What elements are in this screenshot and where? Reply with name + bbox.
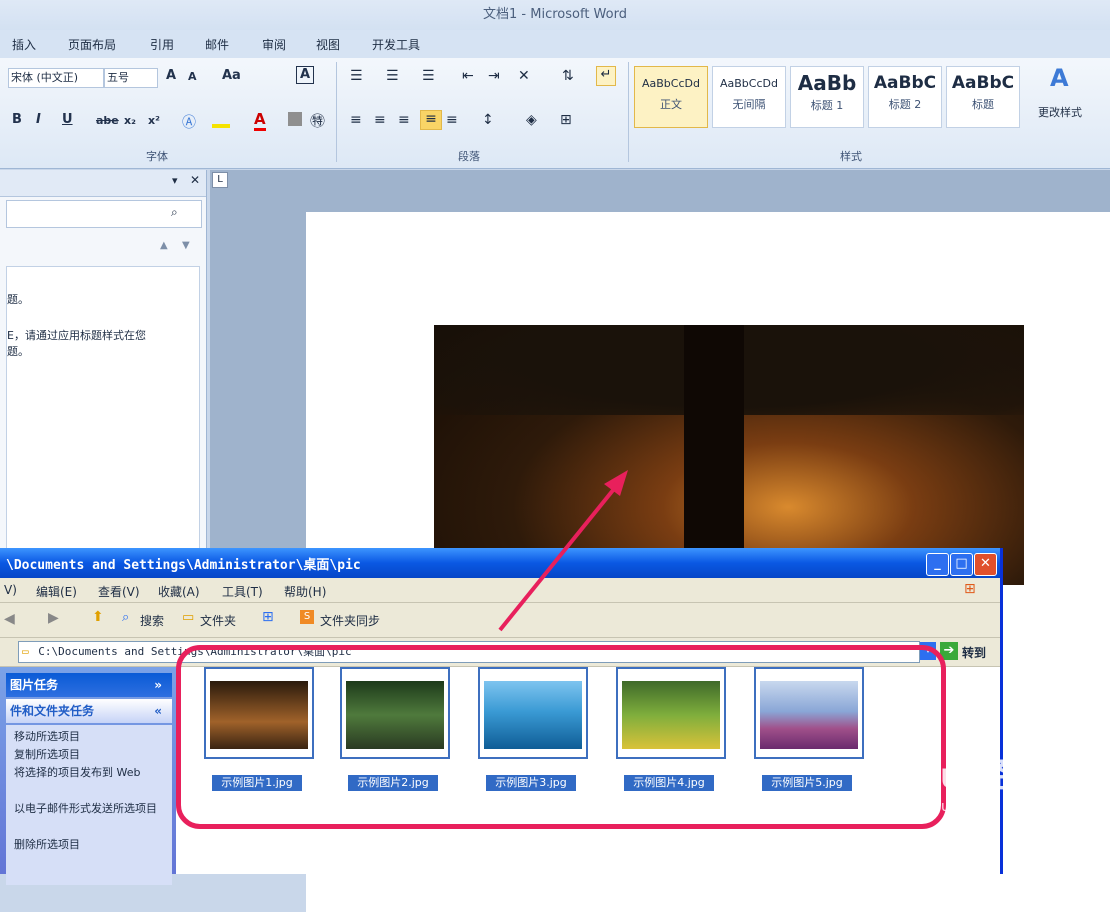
annotation-arrow [498,470,628,632]
arrow-line [498,482,620,632]
arrow-head [604,470,628,496]
baidu-watermark: Baidu 经验 jingyan.baidu.com [855,748,1055,848]
watermark-logo: Baidu 经验 [855,756,1044,796]
watermark-url: jingyan.baidu.com [855,799,985,815]
